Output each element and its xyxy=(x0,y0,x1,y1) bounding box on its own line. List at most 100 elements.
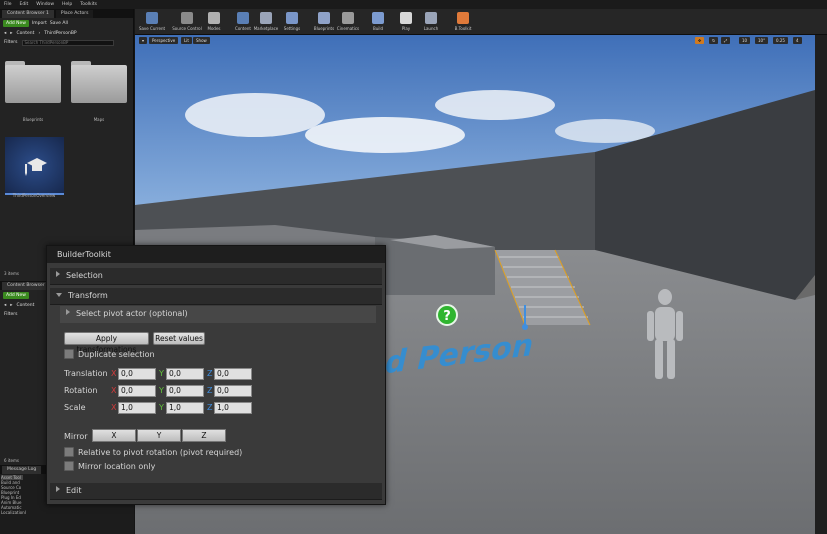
content-icon xyxy=(237,12,249,24)
toolkit-icon xyxy=(457,12,469,24)
section-label: Transform xyxy=(68,291,108,300)
mirror-y-button[interactable]: Y xyxy=(137,429,181,442)
scale-z-field[interactable]: 1,0 xyxy=(214,402,252,414)
breadcrumb-folder[interactable]: ThirdPersonBP xyxy=(44,31,76,36)
mirror-location-checkbox[interactable] xyxy=(64,461,74,471)
panel-title[interactable]: BuilderToolkit xyxy=(47,246,385,263)
translate-tool-icon[interactable]: ✥ xyxy=(695,37,705,44)
mirror-location-label: Mirror location only xyxy=(78,462,156,471)
axis-label-y: Y xyxy=(159,403,164,412)
toolbar-label: Cinematics xyxy=(336,26,360,31)
asset-thumbnail[interactable] xyxy=(5,137,64,195)
toolbar-button-save-current[interactable]: Save Current xyxy=(135,10,169,34)
folder-label: Blueprints xyxy=(22,117,44,122)
camera-speed-value[interactable]: 4 xyxy=(793,37,802,44)
breadcrumb-content-2[interactable]: Content xyxy=(17,303,35,308)
translation-x-field[interactable]: 0,0 xyxy=(118,368,156,380)
toolbar-button-settings[interactable]: Settings xyxy=(275,10,309,34)
expand-arrow-icon xyxy=(56,271,60,277)
marketplace-icon xyxy=(260,12,272,24)
back-icon[interactable]: ◂ xyxy=(4,303,6,308)
settings-icon xyxy=(286,12,298,24)
reset-values-button[interactable]: Reset values xyxy=(153,332,205,345)
scale-tool-icon[interactable]: ⤢ xyxy=(721,37,731,44)
menu-help[interactable]: Help xyxy=(62,2,72,7)
content-browser-tabs: Content Browser 1 Place Actors xyxy=(0,9,133,18)
blueprints-icon xyxy=(318,12,330,24)
grid-snap-value[interactable]: 10 xyxy=(739,37,751,44)
toolbar-button-launch[interactable]: Launch xyxy=(414,10,448,34)
tab-place-actors[interactable]: Place Actors xyxy=(55,10,94,18)
asset-label: ThirdPersonOverview xyxy=(12,193,56,198)
toolbar-label: Save Current xyxy=(138,26,166,31)
save-all-button[interactable]: Save All xyxy=(50,21,68,26)
relative-pivot-checkbox[interactable] xyxy=(64,447,74,457)
axis-label-x: X xyxy=(111,369,117,378)
axis-label-y: Y xyxy=(159,386,164,395)
menu-file[interactable]: File xyxy=(4,2,12,7)
perspective-button[interactable]: Perspective xyxy=(149,37,179,44)
svg-text:?: ? xyxy=(443,309,451,324)
menu-toolkits[interactable]: Toolkits xyxy=(80,2,97,7)
translation-y-field[interactable]: 0,0 xyxy=(166,368,204,380)
add-new-button[interactable]: Add New xyxy=(3,20,29,27)
duplicate-selection-label: Duplicate selection xyxy=(78,350,155,359)
back-icon[interactable]: ◂ xyxy=(4,31,6,36)
build-icon xyxy=(372,12,384,24)
main-toolbar: Save Current Source Control Modes Content Ma… xyxy=(135,9,827,35)
filter-row: Filters Search ThirdPersonBP xyxy=(0,38,133,47)
scale-snap-value[interactable]: 0.25 xyxy=(773,37,788,44)
items-count: 3 items xyxy=(4,271,19,276)
collapse-arrow-icon xyxy=(56,293,62,297)
tab-message-log[interactable]: Message Log xyxy=(2,466,42,474)
breadcrumb-content[interactable]: Content xyxy=(17,31,35,36)
menu-edit[interactable]: Edit xyxy=(20,2,29,7)
scale-x-field[interactable]: 1,0 xyxy=(118,402,156,414)
filters-button[interactable]: Filters xyxy=(4,40,18,45)
lit-button[interactable]: Lit xyxy=(181,37,192,44)
section-selection[interactable]: Selection xyxy=(50,268,382,285)
import-button[interactable]: Import xyxy=(32,21,47,26)
axis-label-x: X xyxy=(111,386,117,395)
expand-arrow-icon xyxy=(66,309,70,315)
rotation-y-field[interactable]: 0,0 xyxy=(166,385,204,397)
rotation-snap-value[interactable]: 10° xyxy=(755,37,769,44)
filters-button-2[interactable]: Filters xyxy=(4,312,18,317)
graduation-cap-icon xyxy=(25,158,47,176)
rotation-x-field[interactable]: 0,0 xyxy=(118,385,156,397)
save-icon xyxy=(146,12,158,24)
list-item[interactable]: LocalizationI xyxy=(1,510,26,515)
apply-transformations-button[interactable]: Apply transformations xyxy=(64,332,149,354)
toolbar-button-cinematics[interactable]: Cinematics xyxy=(331,10,365,34)
section-transform[interactable]: Transform xyxy=(50,288,382,305)
axis-label-x: X xyxy=(111,403,117,412)
cinematics-icon xyxy=(342,12,354,24)
scale-y-field[interactable]: 1,0 xyxy=(166,402,204,414)
pivot-actor-selector[interactable]: Select pivot actor (optional) xyxy=(60,306,376,323)
tab-content-browser[interactable]: Content Browser 1 xyxy=(2,10,54,18)
expand-arrow-icon xyxy=(56,486,60,492)
viewport-options-button[interactable]: ▾ xyxy=(139,37,148,44)
folder-blueprints[interactable] xyxy=(5,59,61,103)
duplicate-selection-checkbox[interactable] xyxy=(64,349,74,359)
menu-window[interactable]: Window xyxy=(36,2,54,7)
launch-icon xyxy=(425,12,437,24)
rotation-z-field[interactable]: 0,0 xyxy=(214,385,252,397)
chevron-right-icon: › xyxy=(38,31,41,36)
translation-z-field[interactable]: 0,0 xyxy=(214,368,252,380)
search-input[interactable]: Search ThirdPersonBP xyxy=(21,39,114,46)
mirror-z-button[interactable]: Z xyxy=(182,429,226,442)
forward-icon[interactable]: ▸ xyxy=(10,303,12,308)
folder-maps[interactable] xyxy=(71,59,127,103)
row-label-translation: Translation xyxy=(64,369,108,378)
show-button[interactable]: Show xyxy=(193,37,210,44)
message-log-list: Asset Tool Build and Source Co Blueprint… xyxy=(1,475,26,515)
toolbar-button-b-toolkit[interactable]: B.Toolkit xyxy=(446,10,480,34)
add-new-button-2[interactable]: Add New xyxy=(3,292,29,299)
rotate-tool-icon[interactable]: ↻ xyxy=(709,37,719,44)
right-panel-edge xyxy=(815,35,827,534)
modes-icon xyxy=(208,12,220,24)
mirror-x-button[interactable]: X xyxy=(92,429,136,442)
section-edit[interactable]: Edit xyxy=(50,483,382,500)
forward-icon[interactable]: ▸ xyxy=(10,31,12,36)
